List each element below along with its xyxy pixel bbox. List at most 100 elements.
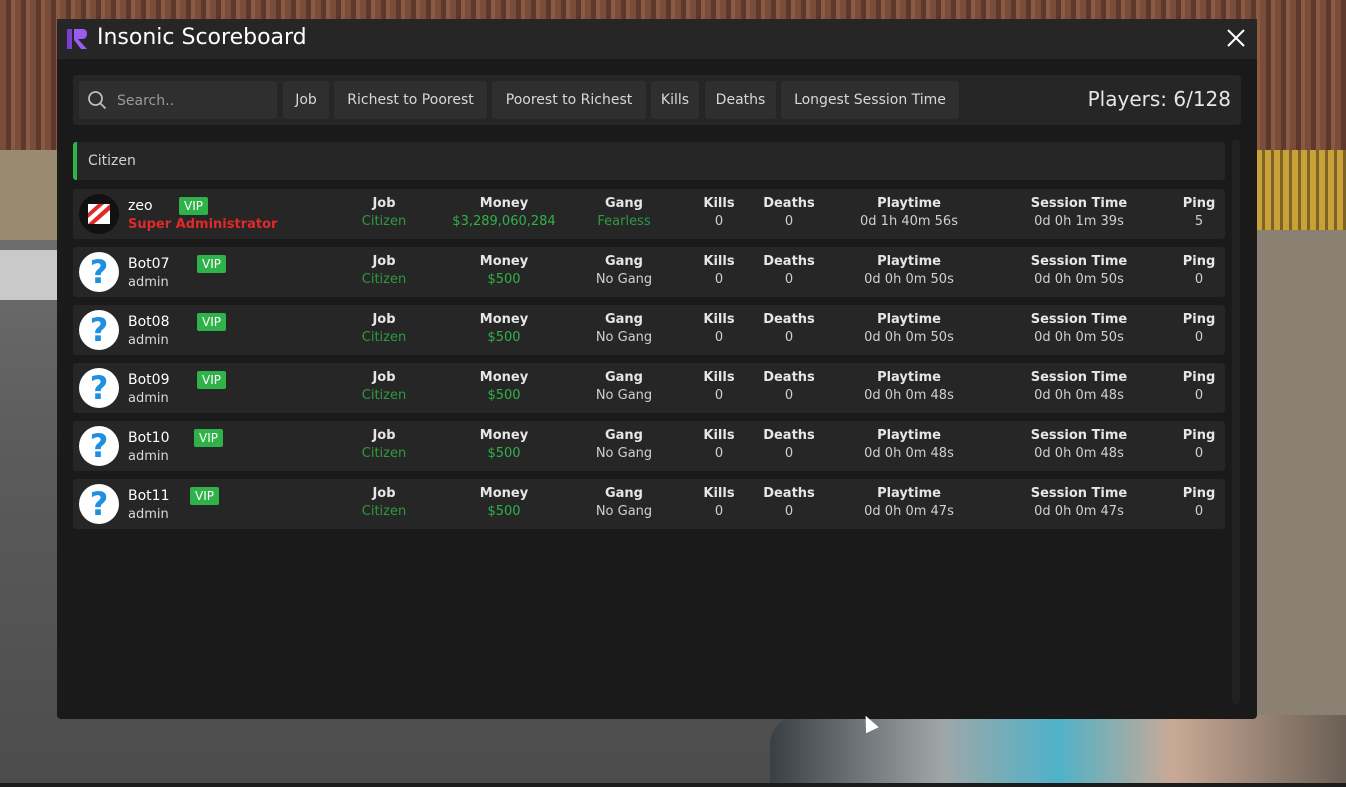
column-header-playtime: Playtime: [877, 196, 941, 211]
column-header-money: Money: [479, 312, 529, 327]
column-header-money: Money: [479, 254, 529, 269]
column-header-deaths: Deaths: [763, 196, 815, 211]
value-money: $500: [487, 272, 521, 287]
question-mark-glyph: ?: [89, 427, 109, 465]
player-name: Bot08: [128, 314, 170, 330]
value-job: Citizen: [361, 388, 407, 403]
column-job: Job Citizen: [314, 486, 454, 519]
column-header-ping: Ping: [1182, 254, 1216, 269]
value-deaths: 0: [784, 272, 794, 287]
player-row[interactable]: ? Bot11 VIP admin Job Citizen Money $500 Gang No …: [73, 479, 1225, 529]
column-header-deaths: Deaths: [763, 254, 815, 269]
column-money: Money $3,289,060,284: [434, 196, 574, 229]
column-header-deaths: Deaths: [763, 312, 815, 327]
column-session: Session Time 0d 0h 0m 50s: [1009, 254, 1149, 287]
column-playtime: Playtime 0d 1h 40m 56s: [839, 196, 979, 229]
value-money: $500: [487, 446, 521, 461]
column-session: Session Time 0d 0h 1m 39s: [1009, 196, 1149, 229]
value-deaths: 0: [784, 504, 794, 519]
value-money: $500: [487, 504, 521, 519]
column-ping: Ping 0: [1129, 486, 1269, 519]
player-row[interactable]: ? Bot07 VIP admin Job Citizen Money $500 Gang No …: [73, 247, 1225, 297]
player-name: Bot09: [128, 372, 170, 388]
player-rank: Super Administrator: [128, 217, 278, 232]
value-ping: 0: [1194, 388, 1204, 403]
player-name: Bot11: [128, 488, 170, 504]
value-playtime: 0d 0h 0m 50s: [864, 330, 954, 345]
column-deaths: Deaths 0: [719, 370, 859, 403]
column-header-job: Job: [372, 312, 396, 327]
value-ping: 5: [1194, 214, 1204, 229]
value-playtime: 0d 0h 0m 48s: [864, 446, 954, 461]
value-playtime: 0d 0h 0m 50s: [864, 272, 954, 287]
vip-badge: VIP: [197, 255, 226, 273]
value-ping: 0: [1194, 504, 1204, 519]
player-count: Players: 6/128: [1087, 87, 1231, 111]
column-ping: Ping 0: [1129, 254, 1269, 287]
column-header-ping: Ping: [1182, 370, 1216, 385]
sort-deaths-button[interactable]: Deaths: [705, 81, 776, 119]
player-row[interactable]: ? Bot10 VIP admin Job Citizen Money $500 Gang No …: [73, 421, 1225, 471]
category-color-bar: [73, 142, 77, 180]
column-money: Money $500: [434, 254, 574, 287]
vip-badge: VIP: [194, 429, 223, 447]
column-header-deaths: Deaths: [763, 370, 815, 385]
avatar-question-mark-icon: ?: [79, 252, 119, 292]
column-header-session: Session Time: [1030, 254, 1128, 269]
column-playtime: Playtime 0d 0h 0m 50s: [839, 312, 979, 345]
vip-badge: VIP: [179, 197, 208, 215]
question-mark-glyph: ?: [89, 311, 109, 349]
window-title: Insonic Scoreboard: [97, 25, 307, 50]
value-money: $500: [487, 388, 521, 403]
column-header-money: Money: [479, 486, 529, 501]
column-money: Money $500: [434, 486, 574, 519]
search-input[interactable]: [115, 81, 269, 121]
close-icon[interactable]: [1225, 27, 1247, 49]
sort-session-time-button[interactable]: Longest Session Time: [781, 81, 959, 119]
column-deaths: Deaths 0: [719, 312, 859, 345]
value-playtime: 0d 1h 40m 56s: [860, 214, 958, 229]
column-deaths: Deaths 0: [719, 196, 859, 229]
sort-richest-button[interactable]: Richest to Poorest: [334, 81, 487, 119]
column-deaths: Deaths 0: [719, 254, 859, 287]
column-header-deaths: Deaths: [763, 486, 815, 501]
column-header-money: Money: [479, 428, 529, 443]
vip-badge: VIP: [197, 313, 226, 331]
column-session: Session Time 0d 0h 0m 50s: [1009, 312, 1149, 345]
column-header-deaths: Deaths: [763, 428, 815, 443]
player-row[interactable]: ? Bot08 VIP admin Job Citizen Money $500 Gang No …: [73, 305, 1225, 355]
column-playtime: Playtime 0d 0h 0m 47s: [839, 486, 979, 519]
player-rank: admin: [128, 449, 169, 464]
player-row[interactable]: ? Bot09 VIP admin Job Citizen Money $500 Gang No …: [73, 363, 1225, 413]
avatar-question-mark-icon: ?: [79, 426, 119, 466]
value-deaths: 0: [784, 330, 794, 345]
column-header-job: Job: [372, 196, 396, 211]
background-bottom-edge: [0, 783, 1346, 787]
column-header-job: Job: [372, 370, 396, 385]
player-rank: admin: [128, 275, 169, 290]
column-ping: Ping 0: [1129, 370, 1269, 403]
column-ping: Ping 0: [1129, 312, 1269, 345]
player-name: zeo: [128, 198, 153, 214]
sort-poorest-button[interactable]: Poorest to Richest: [492, 81, 646, 119]
column-ping: Ping 0: [1129, 428, 1269, 461]
avatar-question-mark-icon: ?: [79, 484, 119, 524]
column-header-playtime: Playtime: [877, 312, 941, 327]
value-session: 0d 0h 0m 50s: [1034, 330, 1124, 345]
value-playtime: 0d 0h 0m 47s: [864, 504, 954, 519]
value-money: $500: [487, 330, 521, 345]
value-session: 0d 0h 0m 50s: [1034, 272, 1124, 287]
sort-kills-button[interactable]: Kills: [651, 81, 699, 119]
player-row[interactable]: zeo VIP Super Administrator Job Citizen Money…: [73, 189, 1225, 239]
value-deaths: 0: [784, 446, 794, 461]
column-job: Job Citizen: [314, 370, 454, 403]
column-header-playtime: Playtime: [877, 370, 941, 385]
viewmodel-weapon: [770, 715, 1346, 787]
sort-job-button[interactable]: Job: [283, 81, 329, 119]
column-ping: Ping 5: [1129, 196, 1269, 229]
column-header-ping: Ping: [1182, 312, 1216, 327]
value-ping: 0: [1194, 272, 1204, 287]
column-playtime: Playtime 0d 0h 0m 50s: [839, 254, 979, 287]
column-header-money: Money: [479, 370, 529, 385]
search-box[interactable]: [79, 81, 277, 121]
